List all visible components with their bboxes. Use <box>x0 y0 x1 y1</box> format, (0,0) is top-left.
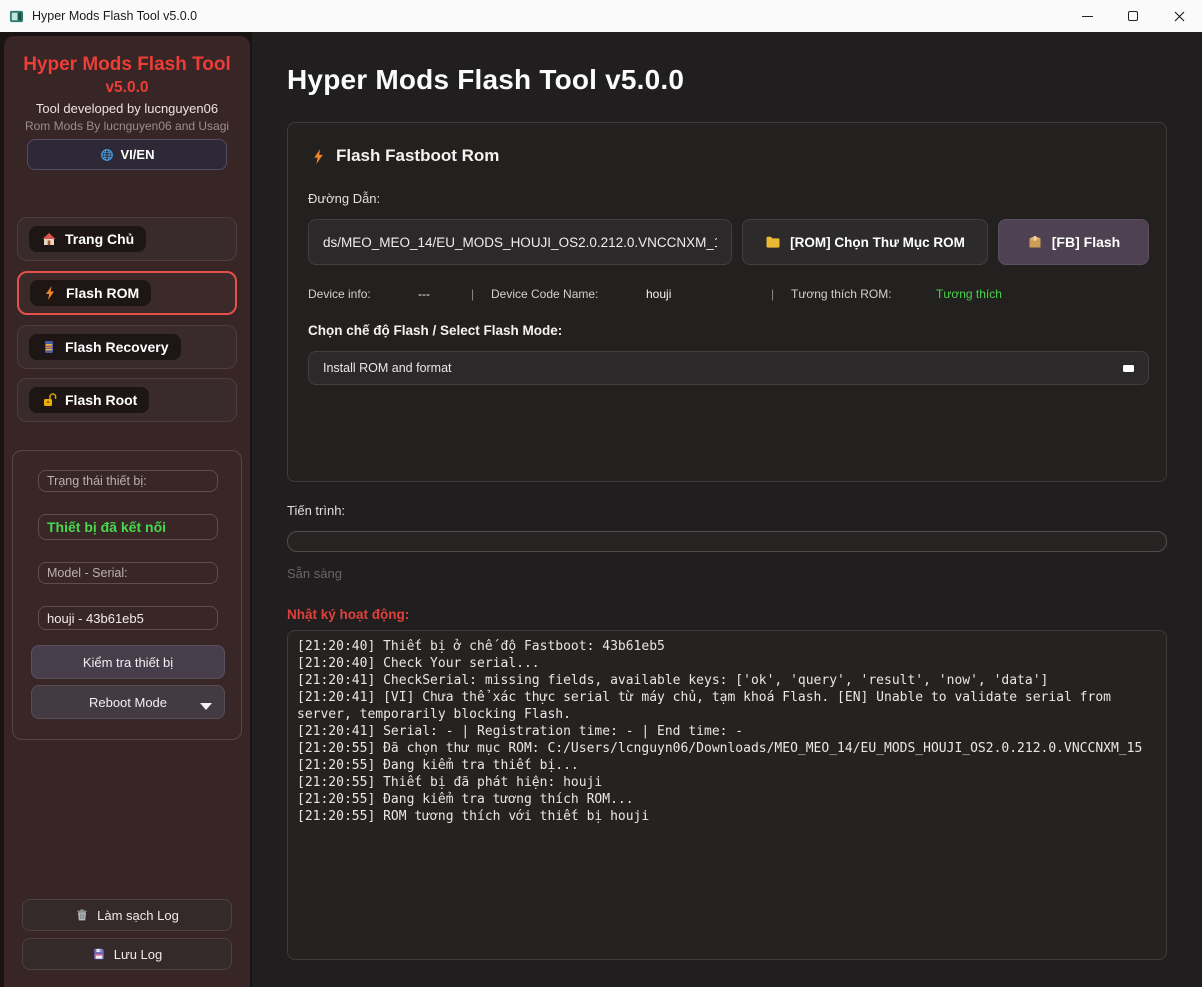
device-code-label: Device Code Name: <box>491 287 598 301</box>
rom-path-input[interactable] <box>308 219 732 265</box>
rom-compat-value: Tương thích <box>936 287 1002 301</box>
path-label: Đường Dẫn: <box>308 191 380 206</box>
save-log-label: Lưu Log <box>114 947 162 962</box>
progress-bar <box>287 531 1167 552</box>
sidebar-item-home[interactable]: Trang Chủ <box>17 217 237 261</box>
clear-log-label: Làm sạch Log <box>97 908 179 923</box>
floppy-icon <box>92 947 106 961</box>
reboot-mode-dropdown[interactable]: Reboot Mode <box>31 685 225 719</box>
sidebar-version: v5.0.0 <box>4 79 250 97</box>
maximize-icon <box>1128 11 1138 21</box>
device-status-panel: Trạng thái thiết bị: Thiết bị đã kết nối… <box>12 450 242 740</box>
package-icon <box>1027 234 1043 250</box>
device-code-value: houji <box>646 287 671 301</box>
sidebar: Hyper Mods Flash Tool v5.0.0 Tool develo… <box>4 36 250 987</box>
close-button[interactable] <box>1156 0 1202 32</box>
app-icon <box>9 9 24 24</box>
unlock-icon <box>41 392 57 408</box>
flash-mode-label: Chọn chế độ Flash / Select Flash Mode: <box>308 323 562 338</box>
language-toggle-label: VI/EN <box>121 147 155 162</box>
separator: | <box>771 287 774 301</box>
recovery-icon <box>41 339 57 355</box>
trash-icon <box>75 908 89 922</box>
flash-card-title: Flash Fastboot Rom <box>310 146 499 166</box>
sidebar-item-flash-rom[interactable]: Flash ROM <box>17 271 237 315</box>
dropdown-indicator-icon <box>1123 365 1134 372</box>
separator: | <box>471 287 474 301</box>
save-log-button[interactable]: Lưu Log <box>22 938 232 970</box>
model-serial-value: houji - 43b61eb5 <box>38 606 218 630</box>
device-status-label: Trạng thái thiết bị: <box>38 470 218 492</box>
sidebar-item-label: Flash Root <box>65 392 137 408</box>
main-content: Hyper Mods Flash Tool v5.0.0 Flash Fastb… <box>252 32 1202 987</box>
minimize-button[interactable] <box>1064 0 1110 32</box>
bolt-icon <box>310 148 327 165</box>
sidebar-credit-line2: Rom Mods By lucnguyen06 and Usagi <box>4 119 250 133</box>
window-title: Hyper Mods Flash Tool v5.0.0 <box>32 9 197 23</box>
clear-log-button[interactable]: Làm sạch Log <box>22 899 232 931</box>
sidebar-credit-line1: Tool developed by lucnguyen06 <box>4 101 250 116</box>
model-serial-label: Model - Serial: <box>38 562 218 584</box>
progress-label: Tiến trình: <box>287 503 345 518</box>
fastboot-flash-button[interactable]: [FB] Flash <box>998 219 1149 265</box>
sidebar-item-label: Flash Recovery <box>65 339 169 355</box>
folder-icon <box>765 234 781 250</box>
flash-mode-dropdown[interactable]: Install ROM and format <box>308 351 1149 385</box>
flash-mode-value: Install ROM and format <box>323 361 452 375</box>
sidebar-item-flash-root[interactable]: Flash Root <box>17 378 237 422</box>
sidebar-item-label: Flash ROM <box>66 285 139 301</box>
rom-compat-label: Tương thích ROM: <box>791 287 892 301</box>
minimize-icon <box>1082 16 1093 17</box>
page-title: Hyper Mods Flash Tool v5.0.0 <box>287 64 684 96</box>
device-status-value: Thiết bị đã kết nối <box>38 514 218 540</box>
bolt-icon <box>42 285 58 301</box>
reboot-mode-label: Reboot Mode <box>89 695 167 710</box>
language-toggle-button[interactable]: VI/EN <box>27 139 227 170</box>
close-icon <box>1174 11 1185 22</box>
app-window: Hyper Mods Flash Tool v5.0.0 Hyper Mods … <box>0 0 1202 987</box>
home-icon <box>41 231 57 247</box>
sidebar-item-flash-recovery[interactable]: Flash Recovery <box>17 325 237 369</box>
maximize-button[interactable] <box>1110 0 1156 32</box>
sidebar-app-title: Hyper Mods Flash Tool <box>4 54 250 76</box>
activity-log-text: [21:20:40] Thiết bị ở chế độ Fastboot: 4… <box>288 631 1166 832</box>
activity-log-box[interactable]: [21:20:40] Thiết bị ở chế độ Fastboot: 4… <box>287 630 1167 960</box>
titlebar[interactable]: Hyper Mods Flash Tool v5.0.0 <box>0 0 1202 32</box>
check-device-label: Kiểm tra thiết bị <box>83 655 173 670</box>
sidebar-item-label: Trang Chủ <box>65 231 134 247</box>
flash-fastboot-card: Flash Fastboot Rom Đường Dẫn: [ROM] Chọn… <box>287 122 1167 482</box>
choose-rom-folder-button[interactable]: [ROM] Chọn Thư Mục ROM <box>742 219 988 265</box>
globe-icon <box>100 148 114 162</box>
fastboot-flash-label: [FB] Flash <box>1052 234 1120 250</box>
choose-rom-folder-label: [ROM] Chọn Thư Mục ROM <box>790 235 965 250</box>
progress-status: Sẵn sàng <box>287 566 342 581</box>
flash-card-title-text: Flash Fastboot Rom <box>336 146 499 166</box>
check-device-button[interactable]: Kiểm tra thiết bị <box>31 645 225 679</box>
device-info-row: Device info: --- | Device Code Name: hou… <box>308 287 1148 303</box>
device-info-label: Device info: <box>308 287 371 301</box>
chevron-down-icon <box>200 703 212 710</box>
device-info-value: --- <box>418 287 430 301</box>
activity-log-title: Nhật ký hoạt động: <box>287 607 409 622</box>
